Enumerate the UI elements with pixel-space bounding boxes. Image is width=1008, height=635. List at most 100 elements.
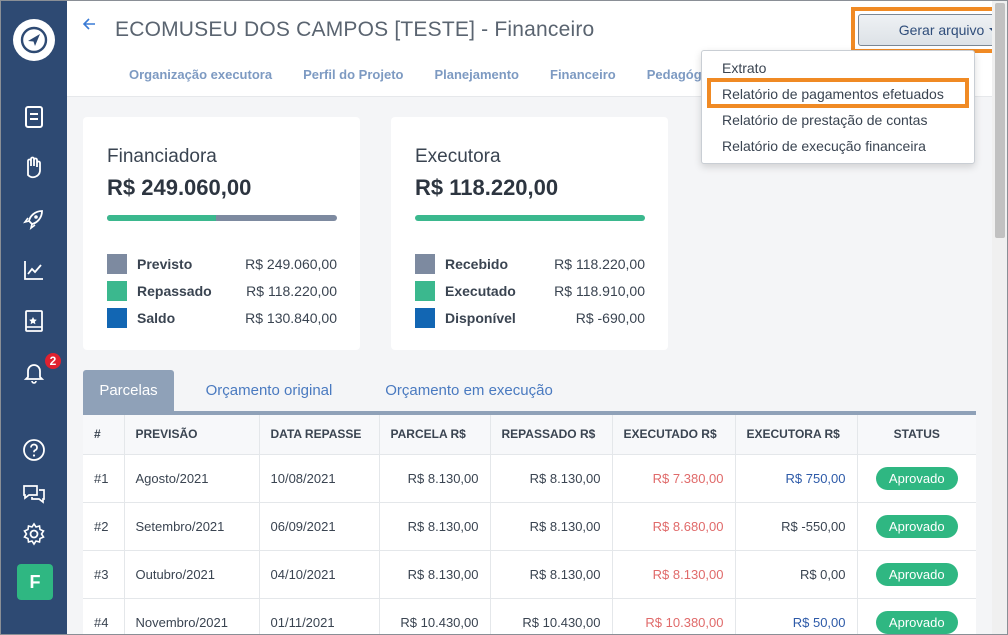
scrollbar-thumb[interactable] xyxy=(995,3,1005,238)
table-cell: R$ 8.130,00 xyxy=(490,453,613,502)
menu-item-pagamentos[interactable]: Relatório de pagamentos efetuados xyxy=(722,86,944,102)
legend-value: R$ 118.220,00 xyxy=(554,256,645,272)
legend-value: R$ 118.220,00 xyxy=(246,283,337,299)
generate-file-button[interactable]: Gerar arquivo xyxy=(858,14,1007,46)
status-badge[interactable]: Aprovado xyxy=(875,610,958,634)
nav-tab-planejamento[interactable]: Planejamento xyxy=(434,67,519,82)
table-row[interactable]: #4 Novembro/2021 01/11/2021 R$ 10.430,00 R$ … xyxy=(83,597,976,634)
column-header[interactable]: REPASSADO R$ xyxy=(490,415,613,454)
table-cell: 06/09/2021 xyxy=(259,501,380,550)
column-header[interactable]: PREVISÃO xyxy=(124,415,260,454)
progress-bar xyxy=(107,215,337,221)
app-window: 2 F ECOMUSEU DOS CAMPOS [TESTE] - Financ… xyxy=(0,0,1008,635)
legend-row: Saldo R$ 130.840,00 xyxy=(107,308,337,328)
table-cell: R$ 8.130,00 xyxy=(490,549,613,598)
notification-badge: 2 xyxy=(43,351,63,371)
menu-item-extrato[interactable]: Extrato xyxy=(722,60,766,76)
panel-tabs: Parcelas Orçamento original Orçamento em… xyxy=(83,370,976,412)
table-cell: Novembro/2021 xyxy=(124,597,260,634)
user-avatar[interactable]: F xyxy=(17,564,53,600)
table-cell: Aprovado xyxy=(857,501,976,550)
nav-tab-pedagogico[interactable]: Pedagóg xyxy=(647,67,702,82)
rocket-icon[interactable] xyxy=(19,204,49,234)
card-title: Financiadora xyxy=(107,146,217,167)
legend-label: Previsto xyxy=(137,256,193,272)
table-cell: R$ 0,00 xyxy=(735,549,858,598)
parcelas-table: # PREVISÃO DATA REPASSE PARCELA R$ REPAS… xyxy=(83,415,976,634)
status-badge[interactable]: Aprovado xyxy=(875,466,958,490)
legend-value: R$ 118.910,00 xyxy=(554,283,645,299)
status-badge[interactable]: Aprovado xyxy=(875,514,958,538)
document-icon[interactable] xyxy=(19,102,49,132)
back-arrow-icon[interactable] xyxy=(81,15,97,38)
generate-file-menu: Extrato Relatório de pagamentos efetuado… xyxy=(701,50,975,164)
menu-item-execucao[interactable]: Relatório de execução financeira xyxy=(722,138,926,154)
table-cell: R$ 8.130,00 xyxy=(612,549,736,598)
table-cell: R$ 10.430,00 xyxy=(379,597,491,634)
legend-label: Saldo xyxy=(137,310,176,326)
table-row[interactable]: #3 Outubro/2021 04/10/2021 R$ 8.130,00 R$ 8.… xyxy=(83,549,976,598)
chart-line-icon[interactable] xyxy=(19,255,49,285)
menu-item-prestacao[interactable]: Relatório de prestação de contas xyxy=(722,112,927,128)
legend-row: Recebido R$ 118.220,00 xyxy=(415,254,645,274)
legend-label: Repassado xyxy=(137,283,212,299)
chat-icon[interactable] xyxy=(19,478,49,508)
legend-value: R$ 249.060,00 xyxy=(245,256,337,272)
column-header[interactable]: PARCELA R$ xyxy=(379,415,491,454)
table-cell: R$ 8.680,00 xyxy=(612,501,736,550)
legend-row: Disponível R$ -690,00 xyxy=(415,308,645,328)
tab-parcelas[interactable]: Parcelas xyxy=(83,370,174,411)
book-icon[interactable] xyxy=(19,306,49,336)
gear-icon[interactable] xyxy=(19,519,49,549)
sidebar: 2 F xyxy=(1,1,67,634)
legend-swatch xyxy=(415,281,435,301)
table-row[interactable]: #2 Setembro/2021 06/09/2021 R$ 8.130,00 R$ 8… xyxy=(83,501,976,550)
table-cell: R$ 8.130,00 xyxy=(379,453,491,502)
legend-swatch xyxy=(415,308,435,328)
progress-bar-fill xyxy=(415,215,645,221)
hand-heart-icon[interactable] xyxy=(19,153,49,183)
table-cell: Agosto/2021 xyxy=(124,453,260,502)
table-cell: R$ 8.130,00 xyxy=(379,549,491,598)
status-badge[interactable]: Aprovado xyxy=(875,562,958,586)
table-cell: Aprovado xyxy=(857,453,976,502)
tab-orcamento-original[interactable]: Orçamento original xyxy=(189,370,349,411)
nav-tab-financeiro[interactable]: Financeiro xyxy=(550,67,616,82)
generate-file-label: Gerar arquivo xyxy=(898,22,985,38)
table-cell: 04/10/2021 xyxy=(259,549,380,598)
nav-tab-organizacao[interactable]: Organização executora xyxy=(129,67,272,82)
column-header[interactable]: DATA REPASSE xyxy=(259,415,380,454)
help-icon[interactable] xyxy=(19,435,49,465)
table-header-row: # PREVISÃO DATA REPASSE PARCELA R$ REPAS… xyxy=(83,415,976,454)
table-cell: R$ 7.380,00 xyxy=(612,453,736,502)
table-cell: R$ 8.130,00 xyxy=(379,501,491,550)
legend-label: Disponível xyxy=(445,310,516,326)
legend-swatch xyxy=(107,308,127,328)
table-cell: R$ 8.130,00 xyxy=(490,501,613,550)
column-header[interactable]: STATUS xyxy=(857,415,976,454)
table-cell: R$ 10.380,00 xyxy=(612,597,736,634)
table-cell: 10/08/2021 xyxy=(259,453,380,502)
legend-label: Executado xyxy=(445,283,516,299)
table-cell: R$ 10.430,00 xyxy=(490,597,613,634)
nav-tab-perfil[interactable]: Perfil do Projeto xyxy=(303,67,403,82)
card-amount: R$ 118.220,00 xyxy=(415,175,559,200)
legend-value: R$ -690,00 xyxy=(575,310,645,326)
app-logo-icon[interactable] xyxy=(13,19,55,61)
table-cell: Aprovado xyxy=(857,597,976,634)
progress-bar xyxy=(415,215,645,221)
tab-orcamento-execucao[interactable]: Orçamento em execução xyxy=(368,370,570,411)
progress-bar-fill xyxy=(107,215,217,221)
column-header[interactable]: EXECUTORA R$ xyxy=(735,415,858,454)
legend-swatch xyxy=(107,254,127,274)
legend-value: R$ 130.840,00 xyxy=(245,310,337,326)
table-cell: R$ -550,00 xyxy=(735,501,858,550)
table-row[interactable]: #1 Agosto/2021 10/08/2021 R$ 8.130,00 R$ 8.1… xyxy=(83,453,976,502)
legend-row: Executado R$ 118.910,00 xyxy=(415,281,645,301)
table-cell: R$ 50,00 xyxy=(735,597,858,634)
table-cell: Outubro/2021 xyxy=(124,549,260,598)
table-cell: Setembro/2021 xyxy=(124,501,260,550)
card-amount: R$ 249.060,00 xyxy=(107,175,252,200)
column-header[interactable]: EXECUTADO R$ xyxy=(612,415,736,454)
column-header[interactable]: # xyxy=(83,415,125,454)
